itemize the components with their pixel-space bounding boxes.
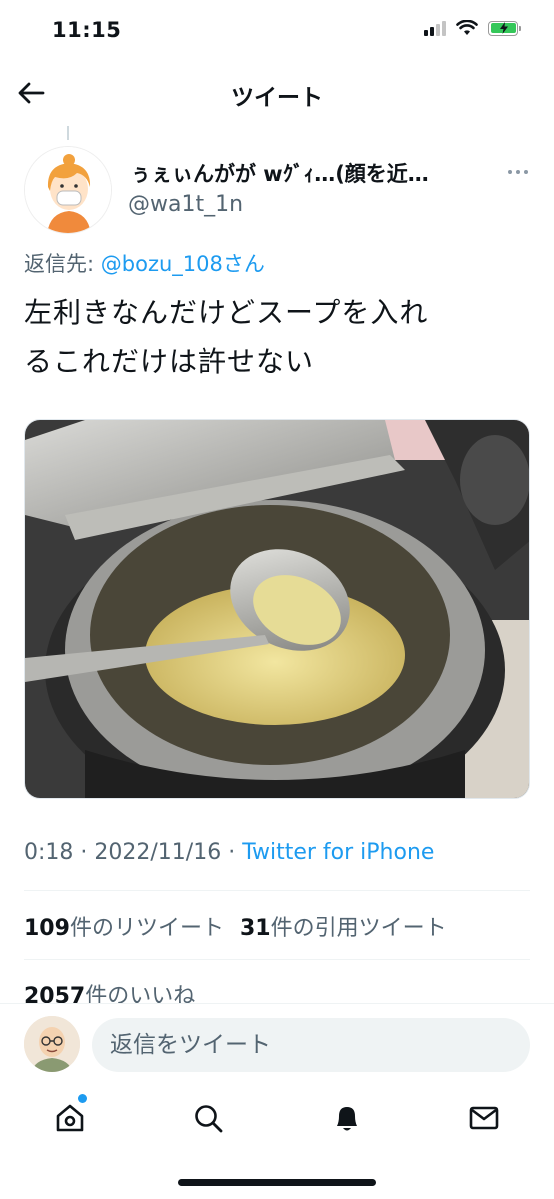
status-icons xyxy=(424,20,521,36)
tweet-time: 0:18 xyxy=(24,840,74,865)
author-handle[interactable]: @wa1t_1n xyxy=(128,192,243,217)
reply-input[interactable]: 返信をツイート xyxy=(92,1018,530,1072)
tweet-text-line: 左利きなんだけどスープを入れ xyxy=(24,296,429,329)
tweet-date: 2022/11/16 xyxy=(94,840,222,865)
author-display-name[interactable]: ぅぇぃんがが wｸﾞｨ…(顔を近… xyxy=(130,158,490,188)
reply-mention-link[interactable]: @bozu_108さん xyxy=(101,252,265,276)
bell-icon xyxy=(337,1107,357,1131)
tab-search[interactable] xyxy=(188,1098,228,1138)
home-icon xyxy=(56,1104,84,1132)
header: ツイート xyxy=(0,60,554,126)
tweet-timestamp: 0:18 · 2022/11/16 · Twitter for iPhone xyxy=(24,840,435,865)
reply-bar: 返信をツイート xyxy=(0,1003,554,1088)
signal-icon xyxy=(424,20,446,36)
mail-icon xyxy=(469,1106,499,1130)
tweet-text: 左利きなんだけどスープを入れ るこれだけは許せない xyxy=(24,288,524,386)
status-bar: 11:15 xyxy=(0,0,554,60)
page-title: ツイート xyxy=(231,85,323,111)
notification-dot xyxy=(78,1094,87,1103)
battery-icon xyxy=(488,20,521,36)
reply-to: 返信先: @bozu_108さん xyxy=(24,248,265,278)
thread-line xyxy=(67,126,69,140)
quote-tweets-stat[interactable]: 31件の引用ツイート xyxy=(240,916,447,941)
tab-home[interactable] xyxy=(50,1094,90,1138)
user-avatar[interactable] xyxy=(24,1016,80,1072)
tab-bar xyxy=(0,1090,554,1150)
wifi-icon xyxy=(456,20,478,35)
tweet-stats: 109件のリツイート 31件の引用ツイート xyxy=(24,910,447,942)
divider xyxy=(24,890,530,891)
more-icon[interactable] xyxy=(508,170,528,174)
tweet-photo[interactable] xyxy=(24,419,530,799)
tweet-source-link[interactable]: Twitter for iPhone xyxy=(242,840,434,865)
retweets-stat[interactable]: 109件のリツイート xyxy=(24,916,224,941)
tweet-author: ぅぇぃんがが wｸﾞｨ…(顔を近… @wa1t_1n xyxy=(24,146,530,234)
tweet-text-line: るこれだけは許せない xyxy=(24,345,315,378)
home-indicator xyxy=(178,1179,376,1186)
tab-messages[interactable] xyxy=(464,1098,504,1138)
search-icon xyxy=(195,1105,223,1133)
tab-notifications[interactable] xyxy=(327,1098,367,1138)
status-time: 11:15 xyxy=(52,18,122,42)
divider xyxy=(24,959,530,960)
reply-to-label: 返信先: xyxy=(24,252,101,276)
author-avatar[interactable] xyxy=(24,146,112,234)
